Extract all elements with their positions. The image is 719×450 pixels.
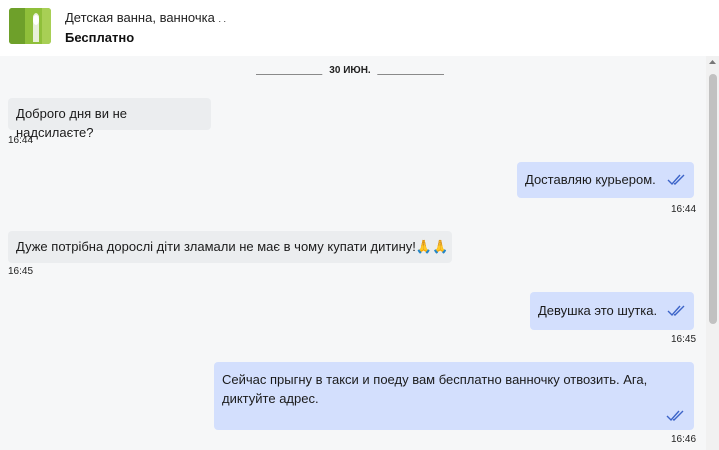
message-text: Девушка это шутка. (538, 303, 658, 318)
product-thumbnail[interactable] (9, 8, 51, 44)
message-text: Дуже потрібна дорослі діти зламали не ма… (16, 239, 449, 254)
chat-thread: 30 ИЮН. Доброго дня ви не надсилаєте? 16… (0, 56, 706, 450)
message-time: 16:44 (671, 204, 697, 215)
product-thumbnail-icon (9, 8, 51, 44)
message-bubble-incoming[interactable]: Доброго дня ви не надсилаєте? (8, 98, 211, 140)
message-bubble-outgoing[interactable]: Сейчас прыгну в такси и поеду вам беспла… (214, 362, 694, 430)
message-time: 16:44 (8, 135, 34, 146)
double-check-icon (667, 174, 685, 186)
double-check-icon (666, 410, 684, 422)
scrollbar-thumb[interactable] (709, 74, 717, 324)
listing-header: Детская ванна, ванночка . . Бесплатно (0, 0, 719, 56)
scroll-up-arrow-icon[interactable] (708, 58, 717, 67)
message-bubble-outgoing[interactable]: Доставляю курьером. (517, 162, 694, 198)
date-separator: 30 ИЮН. (256, 64, 444, 78)
message-text: Сейчас прыгну в такси и поеду вам беспла… (222, 372, 648, 406)
message-time: 16:45 (671, 334, 697, 345)
message-bubble-outgoing[interactable]: Девушка это шутка. (530, 292, 694, 330)
message-text: Доставляю курьером. (525, 172, 656, 187)
message-bubble-incoming[interactable]: Дуже потрібна дорослі діти зламали не ма… (8, 231, 452, 263)
message-time: 16:45 (8, 266, 34, 277)
double-check-icon (667, 305, 685, 317)
chat-scrollbar[interactable] (706, 56, 719, 450)
message-time: 16:46 (671, 434, 697, 445)
listing-title-trail: . . (218, 14, 226, 24)
date-separator-label: 30 ИЮН. (322, 64, 378, 78)
listing-title-text: Детская ванна, ванночка (65, 10, 215, 25)
listing-price: Бесплатно (65, 30, 135, 45)
listing-title[interactable]: Детская ванна, ванночка . . (65, 10, 226, 25)
